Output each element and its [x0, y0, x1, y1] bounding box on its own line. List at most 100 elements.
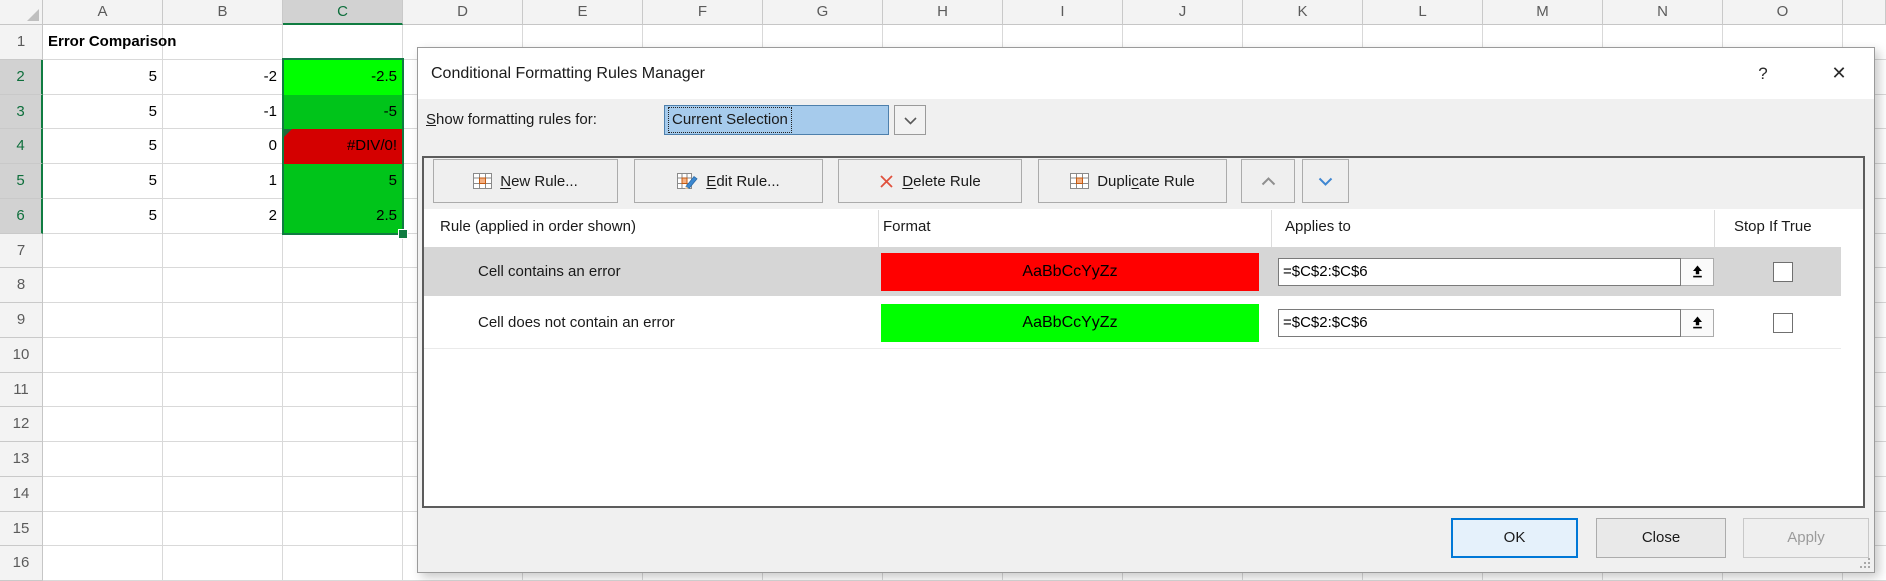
- scope-dropdown-arrow-button[interactable]: [894, 105, 926, 135]
- close-button[interactable]: Close: [1596, 518, 1726, 558]
- column-header-J[interactable]: J: [1123, 0, 1243, 25]
- select-all-corner[interactable]: [0, 0, 43, 25]
- cell-B6[interactable]: 2: [163, 199, 283, 234]
- rule-name: Cell contains an error: [478, 247, 621, 296]
- scope-dropdown[interactable]: Current Selection: [664, 105, 889, 135]
- row-header-5[interactable]: 5: [0, 164, 43, 199]
- column-header-applies-to: Applies to: [1285, 215, 1351, 239]
- row-header-15[interactable]: 15: [0, 512, 43, 547]
- rule-format-preview: AaBbCcYyZz: [881, 253, 1259, 291]
- row-header-3[interactable]: 3: [0, 95, 43, 130]
- select-all-triangle-icon: [27, 9, 39, 21]
- apply-button: Apply: [1743, 518, 1869, 558]
- column-header-D[interactable]: D: [403, 0, 523, 25]
- row-header-11[interactable]: 11: [0, 373, 43, 408]
- excel-window: ABCDEFGHIJKLMNO12345678910111213141516Er…: [0, 0, 1886, 581]
- range-select-arrow-icon: [1691, 316, 1704, 329]
- cell-B2[interactable]: -2: [163, 60, 283, 95]
- cell-C6[interactable]: 2.5: [283, 199, 403, 234]
- column-header-K[interactable]: K: [1243, 0, 1363, 25]
- cell-A4[interactable]: 5: [43, 129, 163, 164]
- rule-format-preview: AaBbCcYyZz: [881, 304, 1259, 342]
- dialog-title: Conditional Formatting Rules Manager: [431, 48, 705, 99]
- delete-rule-button[interactable]: Delete Rule: [838, 159, 1022, 203]
- button-label: Delete Rule: [902, 173, 980, 190]
- cell-A1[interactable]: Error Comparison: [43, 25, 283, 60]
- new-rule-button[interactable]: New Rule...: [433, 159, 618, 203]
- applies-to-input[interactable]: [1278, 309, 1681, 337]
- rule-row-1[interactable]: Cell contains an error AaBbCcYyZz: [424, 247, 1841, 296]
- cell-B3[interactable]: -1: [163, 95, 283, 130]
- row-header-6[interactable]: 6: [0, 199, 43, 234]
- cell-A5[interactable]: 5: [43, 164, 163, 199]
- move-rule-down-button[interactable]: [1302, 159, 1349, 203]
- table-edit-icon: [677, 173, 698, 189]
- column-header-M[interactable]: M: [1483, 0, 1603, 25]
- duplicate-rule-button[interactable]: Duplicate Rule: [1038, 159, 1227, 203]
- stop-if-true-checkbox[interactable]: [1773, 313, 1793, 333]
- cell-C2[interactable]: -2.5: [283, 60, 403, 95]
- resize-grip[interactable]: [1858, 556, 1871, 569]
- column-header-A[interactable]: A: [43, 0, 163, 25]
- applies-to-input[interactable]: [1278, 258, 1681, 286]
- column-header-F[interactable]: F: [643, 0, 763, 25]
- column-header-B[interactable]: B: [163, 0, 283, 25]
- chevron-down-icon: [904, 117, 917, 125]
- applies-to-field: [1278, 309, 1714, 337]
- cell-A6[interactable]: 5: [43, 199, 163, 234]
- row-header-8[interactable]: 8: [0, 268, 43, 303]
- column-header-G[interactable]: G: [763, 0, 883, 25]
- applies-to-field: [1278, 258, 1714, 286]
- fill-handle[interactable]: [398, 229, 408, 239]
- row-header-13[interactable]: 13: [0, 442, 43, 477]
- dialog-titlebar[interactable]: Conditional Formatting Rules Manager ? ✕: [418, 48, 1874, 99]
- help-icon[interactable]: ?: [1746, 48, 1780, 99]
- close-icon[interactable]: ✕: [1822, 48, 1856, 99]
- column-header-N[interactable]: N: [1603, 0, 1723, 25]
- column-divider: [1271, 210, 1272, 247]
- range-select-arrow-icon: [1691, 265, 1704, 278]
- cell-A2[interactable]: 5: [43, 60, 163, 95]
- stop-if-true-checkbox[interactable]: [1773, 262, 1793, 282]
- row-header-4[interactable]: 4: [0, 129, 43, 164]
- edit-rule-button[interactable]: Edit Rule...: [634, 159, 823, 203]
- scope-dropdown-value: Current Selection: [669, 108, 791, 132]
- column-header-H[interactable]: H: [883, 0, 1003, 25]
- column-divider: [1714, 210, 1715, 247]
- conditional-formatting-rules-manager-dialog: Conditional Formatting Rules Manager ? ✕…: [417, 47, 1875, 573]
- row-header-7[interactable]: 7: [0, 234, 43, 269]
- column-header-I[interactable]: I: [1003, 0, 1123, 25]
- cell-C4[interactable]: #DIV/0!: [283, 129, 403, 164]
- ok-button[interactable]: OK: [1451, 518, 1578, 558]
- row-header-9[interactable]: 9: [0, 303, 43, 338]
- column-divider: [878, 210, 879, 247]
- column-header-C[interactable]: C: [283, 0, 403, 25]
- row-header-16[interactable]: 16: [0, 546, 43, 581]
- cell-C5[interactable]: 5: [283, 164, 403, 199]
- show-formatting-rules-label: Show formatting rules for:: [426, 109, 597, 131]
- button-label: Edit Rule...: [706, 173, 779, 190]
- chevron-up-icon: [1261, 177, 1276, 186]
- column-header-stop-if-true: Stop If True: [1734, 215, 1812, 239]
- rule-row-2[interactable]: Cell does not contain an errorAaBbCcYyZz: [424, 296, 1841, 349]
- cell-C3[interactable]: -5: [283, 95, 403, 130]
- row-header-12[interactable]: 12: [0, 407, 43, 442]
- row-header-2[interactable]: 2: [0, 60, 43, 95]
- cell-B4[interactable]: 0: [163, 129, 283, 164]
- collapse-dialog-button[interactable]: [1681, 258, 1714, 286]
- move-rule-up-button[interactable]: [1241, 159, 1295, 203]
- column-header-O[interactable]: O: [1723, 0, 1843, 25]
- collapse-dialog-button[interactable]: [1681, 309, 1714, 337]
- row-header-1[interactable]: 1: [0, 25, 43, 60]
- column-header-partial[interactable]: [1843, 0, 1886, 25]
- row-header-10[interactable]: 10: [0, 338, 43, 373]
- column-header-format: Format: [883, 215, 931, 239]
- table-icon: [473, 173, 492, 189]
- cell-A3[interactable]: 5: [43, 95, 163, 130]
- column-header-rule: Rule (applied in order shown): [440, 215, 636, 239]
- cell-B5[interactable]: 1: [163, 164, 283, 199]
- column-header-L[interactable]: L: [1363, 0, 1483, 25]
- column-header-E[interactable]: E: [523, 0, 643, 25]
- row-header-14[interactable]: 14: [0, 477, 43, 512]
- table-icon: [1070, 173, 1089, 189]
